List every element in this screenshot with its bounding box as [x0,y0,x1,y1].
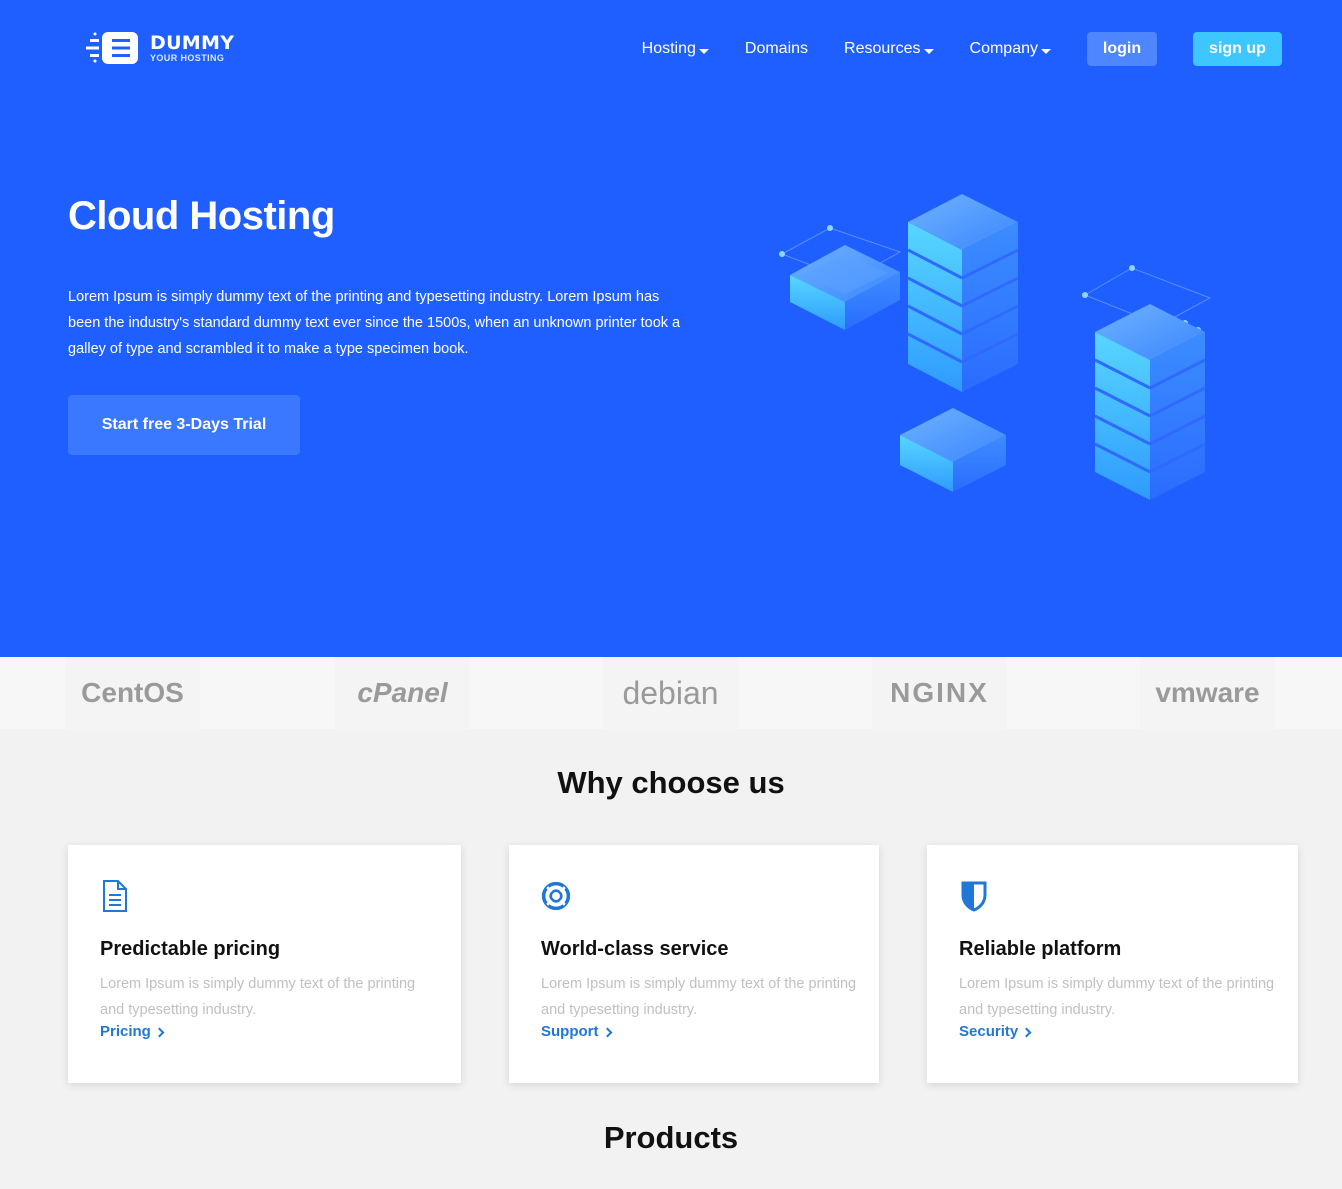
hero-title: Cloud Hosting [68,194,335,238]
card-title: World-class service [541,938,729,960]
centos-logo: CentOS [65,657,200,729]
products-heading: Products [603,1120,739,1155]
feature-card-pricing: Predictable pricing Lorem Ipsum is simpl… [68,845,461,1083]
cloud-servers-illustration [779,194,1212,500]
card-text: Lorem Ipsum is simply dummy text of the … [959,976,1275,1018]
nav-company[interactable]: Company [970,32,1051,66]
caret-down-icon [923,48,934,54]
link-label: Pricing [100,1023,151,1040]
lifebuoy-icon [541,881,571,911]
chevron-right-icon [602,1027,612,1038]
support-link[interactable]: Support [541,1023,847,1040]
nginx-logo: NGINX [872,657,1007,729]
partner-logos-strip: CentOS cPanel debian NGINX vmware [0,657,1342,729]
feature-card-service: World-class service Lorem Ipsum is simpl… [509,845,879,1083]
nav-domains-label: Domains [744,40,809,57]
signup-button[interactable]: sign up [1193,32,1282,66]
shield-icon [961,881,987,912]
link-label: Support [541,1023,599,1040]
caret-down-icon [1041,48,1051,54]
link-label: Security [959,1023,1019,1040]
chevron-right-icon [1021,1027,1032,1038]
card-text: Lorem Ipsum is simply dummy text of the … [541,976,857,1018]
debian-logo: debian [603,657,738,729]
why-choose-us-heading: Why choose us [557,765,785,800]
brand-logo[interactable]: DUMMY YOUR HOSTING [86,30,234,66]
hero-section: DUMMY YOUR HOSTING Hosting Domains Resou… [0,0,1342,657]
brand-name: DUMMY [150,32,235,54]
start-trial-button[interactable]: Start free 3-Days Trial [68,395,300,455]
nav-resources[interactable]: Resources [844,32,934,66]
vmware-logo: vmware [1140,657,1275,729]
login-button[interactable]: login [1087,32,1157,66]
server-logo-icon [86,32,138,64]
card-title: Reliable platform [959,938,1122,960]
nav-company-label: Company [969,40,1038,57]
main-nav: Hosting Domains Resources Company login … [642,32,1282,66]
feature-card-platform: Reliable platform Lorem Ipsum is simply … [927,845,1298,1083]
brand-tagline: YOUR HOSTING [150,53,225,63]
pricing-link[interactable]: Pricing [100,1023,429,1040]
nav-hosting-label: Hosting [641,40,696,57]
card-title: Predictable pricing [100,938,281,960]
cpanel-logo: cPanel [335,657,470,729]
nav-resources-label: Resources [844,40,921,57]
caret-down-icon [698,48,709,54]
nav-hosting[interactable]: Hosting [642,32,709,66]
chevron-right-icon [154,1027,165,1038]
card-text: Lorem Ipsum is simply dummy text of the … [100,976,416,1018]
security-link[interactable]: Security [959,1023,1266,1040]
document-icon [103,880,127,912]
hero-description: Lorem Ipsum is simply dummy text of the … [68,289,681,357]
nav-domains[interactable]: Domains [745,32,808,66]
